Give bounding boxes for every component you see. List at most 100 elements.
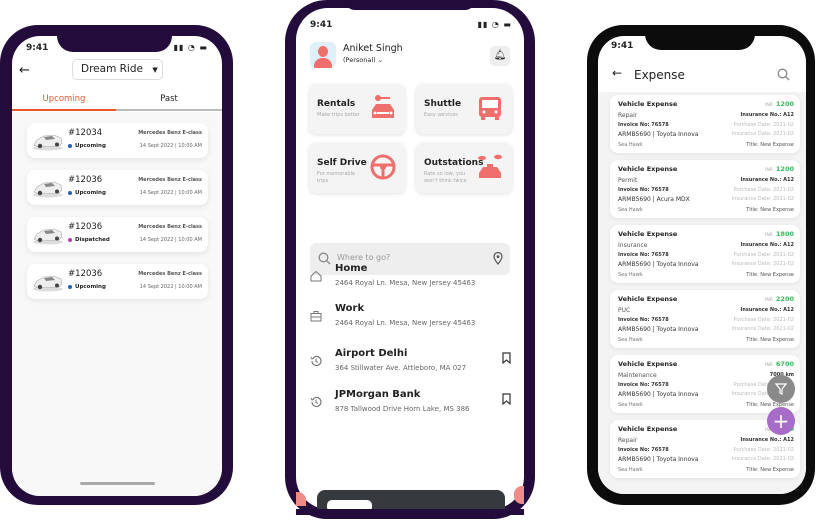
service-card-rentals[interactable]: Rentals Make trips better [309,84,405,134]
saved-location-1[interactable]: Work 2464 Royal Ln. Mesa, New Jersey 454… [310,303,515,337]
history-icon [310,352,322,367]
location-name: Work [335,303,365,314]
insurance-number: Insurance No.: A12 [740,242,794,248]
expense-title: Title: New Expense [746,207,794,213]
expense-category: Repair [618,437,638,444]
account-switcher[interactable]: (Personal) ⌄ [343,56,383,64]
home-indicator [80,482,155,485]
status-label: Upcoming [75,190,106,196]
account-type: (Personal) [343,56,376,64]
expense-category: PUC [618,307,631,314]
insurance-date: Insurance Date: 2021-02 [731,131,794,137]
insurance-date: Insurance Date: 2021-02 [731,456,794,462]
insurance-number: Insurance No.: A12 [740,177,794,183]
vehicle: ARMB5690 | Toyota Innova [618,326,699,333]
ride-date: 14 Sept 2022 | 10:00 AM [139,143,202,149]
tab-divider [116,109,222,111]
expense-category: Maintenance [618,372,657,379]
ride-card[interactable]: #12036 Dispatched Mercedes Benz E-class … [27,217,208,252]
car-model: Mercedes Benz E-class [138,130,202,136]
back-arrow-icon[interactable]: ← [612,66,622,80]
expense-amount: INR 2200 [765,295,794,303]
insurance-number: Insurance No.: A12 [740,437,794,443]
car-icon [32,131,64,151]
status-time: 9:41 [611,41,634,51]
bookmark-icon[interactable] [502,352,511,364]
owner: Sea Hawk [618,467,643,473]
plus-icon: + [772,409,790,433]
search-icon[interactable] [777,68,790,81]
service-title: Rentals [317,99,356,109]
expense-category: Repair [618,112,638,119]
tab-past[interactable]: Past [116,94,222,104]
tab-upcoming[interactable]: Upcoming [12,94,116,104]
insurance-number: Insurance No.: A12 [740,112,794,118]
decor-circle [514,486,524,504]
expense-card[interactable]: Vehicle Expense Permit Invoice No: 76578… [610,160,800,218]
ride-id: #12036 [68,222,103,232]
invoice-number: Invoice No: 76578 [618,122,669,128]
dropdown-label: Dream Ride [81,63,143,75]
taxi-icon [476,153,504,181]
vehicle: ARMB5690 | Toyota Innova [618,261,699,268]
notch [57,25,172,52]
service-dropdown[interactable]: Dream Ride ▼ [72,59,163,80]
bell-icon: 🔔︎ [493,50,507,61]
notch [345,0,475,10]
avatar[interactable] [310,42,336,68]
ride-list: #12034 Upcoming Mercedes Benz E-class 14… [12,112,222,496]
expense-card[interactable]: Vehicle Expense Repair Invoice No: 76578… [610,95,800,153]
status-label: Upcoming [75,284,106,290]
ride-status: Upcoming [68,284,106,290]
expense-heading: Vehicle Expense [618,360,678,368]
expense-heading: Vehicle Expense [618,165,678,173]
expense-card[interactable]: Vehicle Expense PUC Invoice No: 76578 AR… [610,290,800,348]
invoice-number: Invoice No: 76578 [618,252,669,258]
location-address: 878 Tallwood Drive Horn Lake, MS 386 [335,405,470,413]
currency: INR [765,233,773,238]
location-name: Airport Delhi [335,348,408,359]
ride-id: #12034 [68,128,103,138]
expense-card[interactable]: Vehicle Expense Insurance Invoice No: 76… [610,225,800,283]
chevron-down-icon: ⌄ [377,56,384,64]
ride-date: 14 Sept 2022 | 10:00 AM [139,190,202,196]
saved-location-0[interactable]: Home 2464 Royal Ln. Mesa, New Jersey 454… [310,263,515,297]
purchase-date: Purchase Date: 2021-02 [733,122,794,128]
car-model: Mercedes Benz E-class [138,271,202,277]
service-card-self-drive[interactable]: Self Drive For memorable trips [309,143,405,193]
search-placeholder: Where to go? [337,253,391,262]
expense-title: Title: New Expense [746,337,794,343]
ride-date: 14 Sept 2022 | 10:00 AM [139,284,202,290]
filter-button[interactable] [767,375,795,403]
ride-id: #12036 [68,269,103,279]
service-title: Outstations [424,158,484,168]
notch [645,25,755,50]
amount-value: 1200 [775,165,794,173]
saved-location-2[interactable]: Airport Delhi 364 Stillwater Ave. Attleb… [310,348,515,382]
status-label: Upcoming [75,143,106,149]
status-dot [68,190,72,195]
filter-icon [775,383,787,395]
expense-amount: INR1200 [765,100,794,108]
ride-card[interactable]: #12036 Upcoming Mercedes Benz E-class 14… [27,170,208,205]
expense-title: Title: New Expense [746,402,794,408]
car-icon [32,225,64,245]
phone-bottom-bezel [296,509,524,515]
ride-card[interactable]: #12036 Upcoming Mercedes Benz E-class 14… [27,264,208,299]
expense-title: Title: New Expense [746,142,794,148]
add-expense-button[interactable]: + [767,407,795,435]
notification-bell-button[interactable]: 🔔︎ [490,46,510,66]
service-card-outstations[interactable]: Outstations Rate so low, you won't think… [416,143,512,193]
back-arrow-icon[interactable]: ← [19,63,30,78]
owner: Sea Hawk [618,272,643,278]
service-subtitle: For memorable trips [317,171,356,184]
briefcase-icon [310,307,322,322]
ride-id: #12036 [68,175,103,185]
saved-location-3[interactable]: JPMorgan Bank 878 Tallwood Drive Horn La… [310,389,515,423]
service-card-shuttle[interactable]: Shuttle Easy services [416,84,512,134]
bookmark-icon[interactable] [502,393,511,405]
service-title: Self Drive [317,158,367,168]
ride-card[interactable]: #12034 Upcoming Mercedes Benz E-class 14… [27,123,208,158]
amount-value: 6700 [775,360,794,368]
car-key-icon [369,94,397,122]
